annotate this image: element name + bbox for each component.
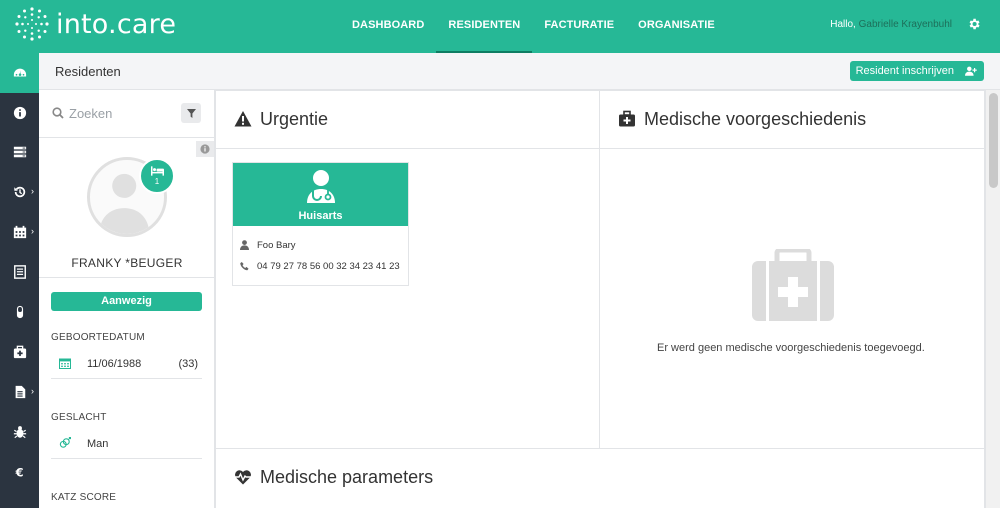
urgency-card: Urgentie Huisarts Foo Bary 04 79 27 78 5	[215, 90, 600, 449]
bug-icon	[13, 426, 26, 439]
age-value: (33)	[178, 358, 198, 370]
enroll-resident-button[interactable]: Resident inschrijven	[849, 61, 984, 81]
birthdate-label: GEBOORTEDATUM	[51, 332, 145, 343]
calendar-icon	[59, 358, 71, 369]
add-user-icon	[965, 66, 977, 76]
medical-parameters-card: Medische parameters	[215, 448, 985, 508]
medical-parameters-card-header: Medische parameters	[216, 449, 984, 507]
bed-count: 1	[154, 177, 160, 186]
katz-score-label: KATZ SCORE	[51, 492, 117, 503]
medkit-icon	[13, 345, 26, 359]
gender-label: GESLACHT	[51, 412, 107, 423]
list-icon	[13, 146, 26, 158]
presence-status-button[interactable]: Aanwezig	[51, 292, 202, 311]
doctor-icon	[307, 170, 335, 203]
contact-role: Huisarts	[298, 210, 343, 222]
urgency-title: Urgentie	[260, 109, 329, 129]
resident-info-button[interactable]	[196, 141, 214, 157]
gender-value: Man	[87, 438, 109, 450]
medical-history-card: Medische voorgeschiedenis Er werd geen m…	[599, 90, 985, 449]
urgency-card-header: Urgentie	[216, 91, 599, 149]
rail-info[interactable]	[0, 93, 39, 133]
filter-button[interactable]	[181, 103, 201, 123]
warning-icon	[234, 111, 252, 127]
contact-name-row: Foo Bary	[240, 240, 296, 251]
rail-list[interactable]	[0, 132, 39, 172]
rail-euro[interactable]: €	[0, 452, 39, 492]
contact-card[interactable]: Huisarts Foo Bary 04 79 27 78 56 00 32 3…	[232, 162, 409, 286]
rail-bug[interactable]	[0, 412, 39, 452]
history-icon	[13, 186, 25, 198]
medical-history-card-header: Medische voorgeschiedenis	[600, 91, 984, 149]
rail-calendar[interactable]: ›	[0, 212, 39, 252]
bed-icon	[151, 166, 164, 176]
greeting-prefix: Hallo,	[830, 19, 856, 30]
page-title: Residenten	[55, 64, 121, 79]
rail-dashboard[interactable]	[0, 53, 39, 93]
file-icon	[15, 385, 25, 399]
top-navbar: into.care DASHBOARD RESIDENTEN FACTURATI…	[0, 0, 1000, 53]
heartbeat-icon	[235, 470, 251, 485]
filter-icon	[186, 108, 196, 118]
medication-icon	[16, 305, 23, 319]
divider	[39, 277, 215, 278]
rail-file[interactable]: ›	[0, 372, 39, 412]
logo-mark-icon	[15, 7, 49, 41]
rail-medkit[interactable]	[0, 332, 39, 372]
enroll-resident-label: Resident inschrijven	[855, 65, 954, 77]
gender-icon	[59, 437, 71, 448]
resident-panel: 1 FRANKY *BEUGER Aanwezig GEBOORTEDATUM …	[39, 90, 215, 508]
page-header: Residenten Resident inschrijven	[39, 53, 1000, 90]
search-input[interactable]	[69, 103, 179, 123]
bed-badge: 1	[139, 158, 175, 194]
rail-document[interactable]	[0, 252, 39, 292]
main-nav: DASHBOARD RESIDENTEN FACTURATIE ORGANISA…	[340, 0, 727, 53]
main-content: Urgentie Huisarts Foo Bary 04 79 27 78 5	[215, 90, 985, 508]
nav-dashboard[interactable]: DASHBOARD	[340, 0, 436, 53]
document-icon	[13, 265, 26, 279]
medkit-large-icon	[752, 249, 834, 321]
search-bar	[39, 90, 215, 138]
gear-icon[interactable]	[967, 17, 981, 31]
chevron-right-icon: ›	[31, 186, 34, 196]
vertical-scrollbar[interactable]	[985, 90, 1000, 508]
medical-history-empty-text: Er werd geen medische voorgeschiedenis t…	[657, 342, 925, 354]
birthdate-value: 11/06/1988	[87, 358, 142, 370]
brand-logo[interactable]: into.care	[14, 6, 176, 42]
contact-card-header: Huisarts	[233, 163, 408, 226]
contact-name: Foo Bary	[257, 240, 296, 251]
rail-medication[interactable]	[0, 292, 39, 332]
phone-icon	[240, 261, 249, 271]
medical-parameters-title: Medische parameters	[260, 467, 434, 487]
info-icon	[200, 144, 210, 154]
medical-history-title: Medische voorgeschiedenis	[644, 109, 867, 129]
left-rail: › › › €	[0, 53, 39, 508]
chevron-right-icon: ›	[31, 386, 34, 396]
contact-phone[interactable]: 04 79 27 78 56 00 32 34 23 41 23	[257, 261, 400, 272]
calendar-icon	[13, 225, 26, 239]
search-icon	[52, 107, 64, 119]
medkit-icon	[619, 110, 635, 127]
svg-text:€: €	[14, 465, 23, 479]
euro-icon: €	[14, 465, 23, 479]
contact-phone-row: 04 79 27 78 56 00 32 34 23 41 23	[240, 261, 400, 272]
dashboard-icon	[13, 68, 26, 77]
resident-name: FRANKY *BEUGER	[71, 256, 183, 270]
user-icon	[240, 240, 249, 250]
user-name: Gabrielle Krayenbuhl	[858, 19, 952, 30]
birthdate-row: 11/06/1988 (33)	[51, 351, 202, 379]
gender-row: Man	[51, 431, 202, 459]
nav-organisatie[interactable]: ORGANISATIE	[626, 0, 727, 53]
nav-facturatie[interactable]: FACTURATIE	[532, 0, 626, 53]
info-icon	[13, 106, 26, 120]
chevron-right-icon: ›	[31, 226, 34, 236]
rail-history[interactable]: ›	[0, 172, 39, 212]
scroll-thumb[interactable]	[989, 93, 998, 188]
brand-name: into.care	[56, 8, 177, 40]
user-greeting[interactable]: Hallo, Gabrielle Krayenbuhl	[830, 19, 952, 30]
nav-residenten[interactable]: RESIDENTEN	[436, 0, 533, 53]
